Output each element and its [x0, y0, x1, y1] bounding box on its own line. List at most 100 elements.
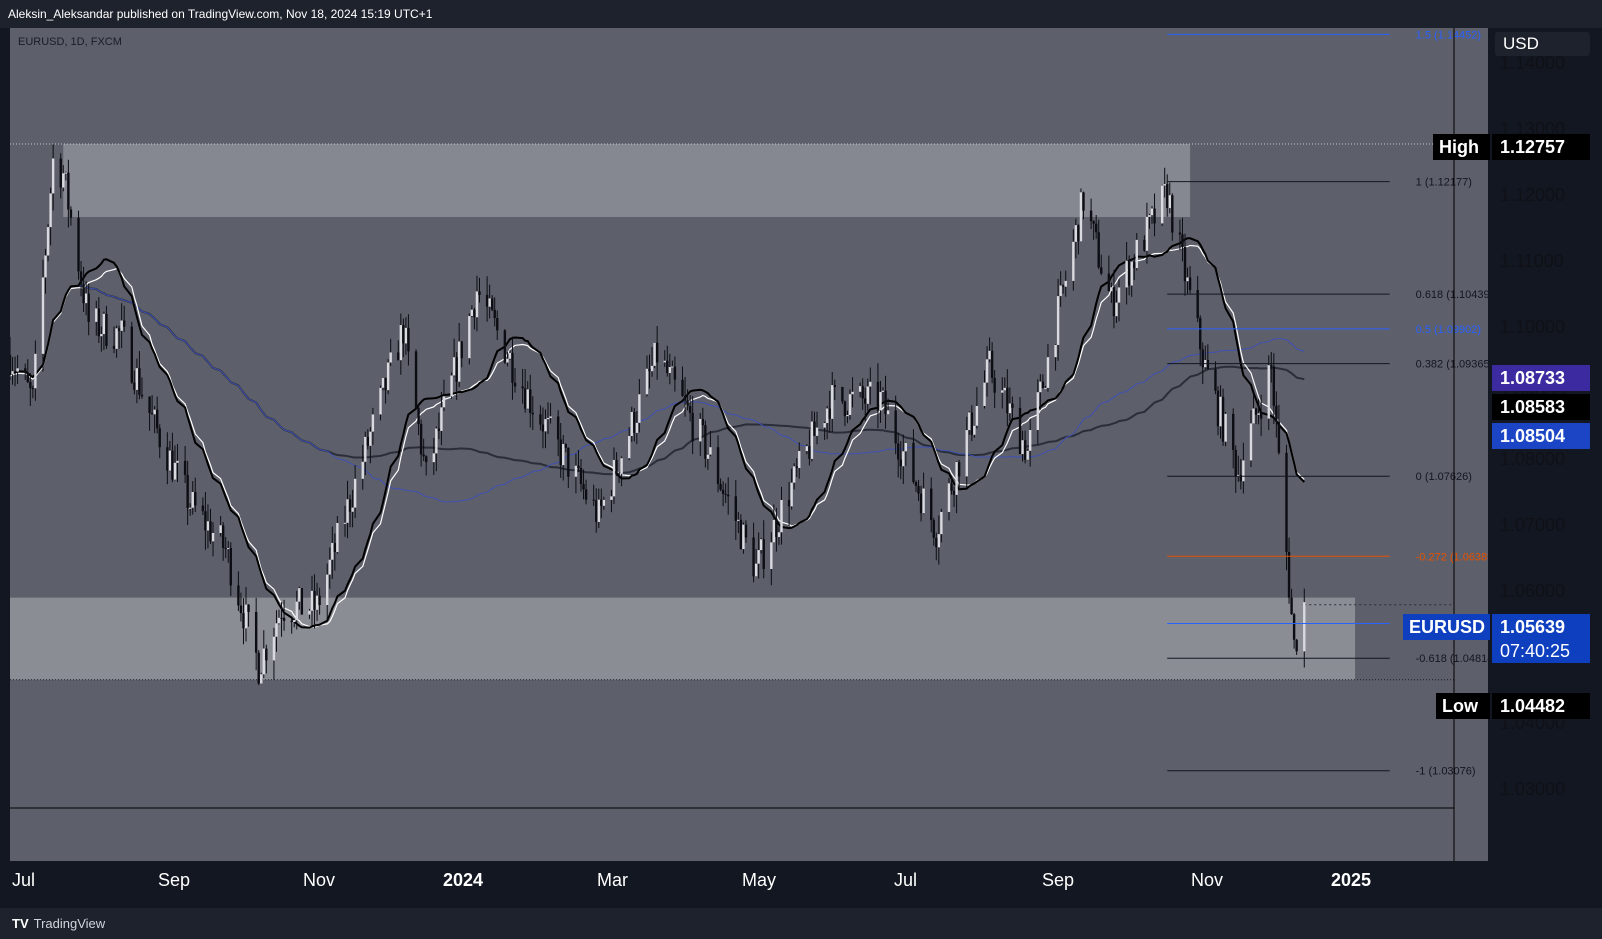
- candle-body: [201, 505, 205, 512]
- fib-level-label: 1.5 (1.14452): [1416, 29, 1481, 41]
- candle-body: [1054, 344, 1057, 358]
- candle-body: [211, 532, 215, 542]
- candle-body: [135, 368, 139, 390]
- candle-body: [1112, 287, 1116, 317]
- candle-body: [62, 173, 65, 188]
- countdown-tag: 07:40:25: [1492, 639, 1590, 663]
- candle-body: [754, 563, 758, 577]
- candle-body: [407, 327, 410, 352]
- candle-body: [229, 548, 232, 586]
- candle-body: [26, 372, 29, 383]
- candle-body: [485, 294, 489, 307]
- candle-body: [1168, 195, 1171, 209]
- candle-body: [1160, 185, 1164, 224]
- chart-area[interactable]: 1.5 (1.14452) 1 (1.12177) 0.618 (1.10439) 0…: [10, 28, 1488, 861]
- candle-body: [615, 459, 618, 474]
- candle-body: [123, 320, 126, 327]
- candle-body: [633, 412, 636, 433]
- chart-canvas[interactable]: 1.5 (1.14452) 1 (1.12177) 0.618 (1.10439) 0…: [10, 28, 1488, 861]
- candle-body: [1295, 639, 1298, 652]
- candle-body: [600, 499, 603, 506]
- candle-body: [1178, 232, 1182, 235]
- candle-body: [930, 488, 933, 521]
- candle-body: [886, 410, 890, 415]
- candle-body: [496, 318, 499, 331]
- candle-body: [64, 172, 68, 174]
- candle-body: [87, 293, 90, 322]
- candle-body: [864, 398, 867, 404]
- candle-body: [1143, 239, 1146, 251]
- tradingview-logo[interactable]: TV TradingView: [12, 916, 105, 931]
- candle-body: [277, 617, 281, 624]
- candle-body: [671, 366, 674, 368]
- candle-body: [742, 524, 745, 550]
- candle-body: [721, 489, 725, 494]
- candle-body: [503, 330, 507, 363]
- candle-body: [493, 309, 496, 319]
- candle-body: [1232, 413, 1235, 450]
- candle-body: [1115, 302, 1118, 317]
- candle-body: [1064, 280, 1067, 287]
- candle-body: [1018, 407, 1022, 455]
- fib-level-label: 0.5 (1.09902): [1416, 324, 1481, 336]
- candle-body: [592, 499, 595, 501]
- candle-body: [1092, 221, 1095, 224]
- candle-body: [772, 519, 776, 543]
- candle-body: [508, 352, 512, 359]
- candle-body: [559, 439, 562, 466]
- candle-body: [1216, 390, 1220, 427]
- candle-body: [460, 341, 463, 359]
- candle-body: [876, 381, 880, 411]
- demand-zone: [10, 597, 1356, 680]
- time-label: Nov: [1191, 870, 1224, 890]
- candle-body: [308, 610, 311, 615]
- candle-body: [1183, 246, 1187, 282]
- candle-body: [95, 308, 98, 322]
- candle-body: [513, 382, 517, 387]
- candle-body: [815, 427, 819, 436]
- candle-body: [397, 352, 400, 361]
- candle-body: [653, 342, 656, 366]
- candle-body: [1107, 273, 1111, 292]
- candle-body: [1277, 421, 1281, 453]
- candle-body: [775, 519, 778, 538]
- candle-body: [468, 316, 471, 359]
- candle-body: [244, 604, 248, 629]
- candle-body: [432, 453, 436, 463]
- candle-body: [422, 454, 425, 457]
- candle-body: [701, 418, 705, 426]
- candle-body: [275, 623, 278, 637]
- candle-body: [521, 386, 524, 389]
- fib-level-label: 0.382 (1.09365): [1416, 359, 1488, 371]
- candle-body: [1059, 285, 1062, 297]
- candle-body: [333, 542, 337, 553]
- candle-body: [1252, 408, 1255, 424]
- candle-body: [399, 325, 403, 361]
- candle-body: [293, 620, 296, 623]
- candle-body: [688, 406, 692, 413]
- candle-body: [310, 590, 314, 611]
- candle-body: [1242, 460, 1245, 482]
- candle-body: [699, 418, 702, 442]
- high-tag-value: 1.12757: [1492, 134, 1590, 160]
- candle-body: [798, 451, 801, 468]
- top-bar: Aleksin_Aleksandar published on TradingV…: [0, 0, 1602, 28]
- candle-body: [272, 636, 276, 661]
- candle-body: [792, 466, 796, 483]
- candle-body: [523, 388, 527, 409]
- candle-body: [947, 483, 951, 512]
- candle-body: [1181, 234, 1184, 247]
- low-tag-value: 1.04482: [1492, 693, 1590, 719]
- candle-body: [379, 387, 382, 415]
- candle-body: [808, 446, 811, 459]
- candle-body: [1148, 215, 1151, 217]
- candle-body: [328, 559, 331, 575]
- candle-body: [295, 601, 298, 621]
- candle-body: [1074, 225, 1078, 242]
- candle-body: [77, 217, 80, 272]
- candle-body: [650, 365, 654, 372]
- candle-body: [638, 394, 641, 423]
- candle-body: [825, 408, 829, 424]
- candle-body: [1214, 369, 1217, 391]
- candle-body: [683, 395, 687, 401]
